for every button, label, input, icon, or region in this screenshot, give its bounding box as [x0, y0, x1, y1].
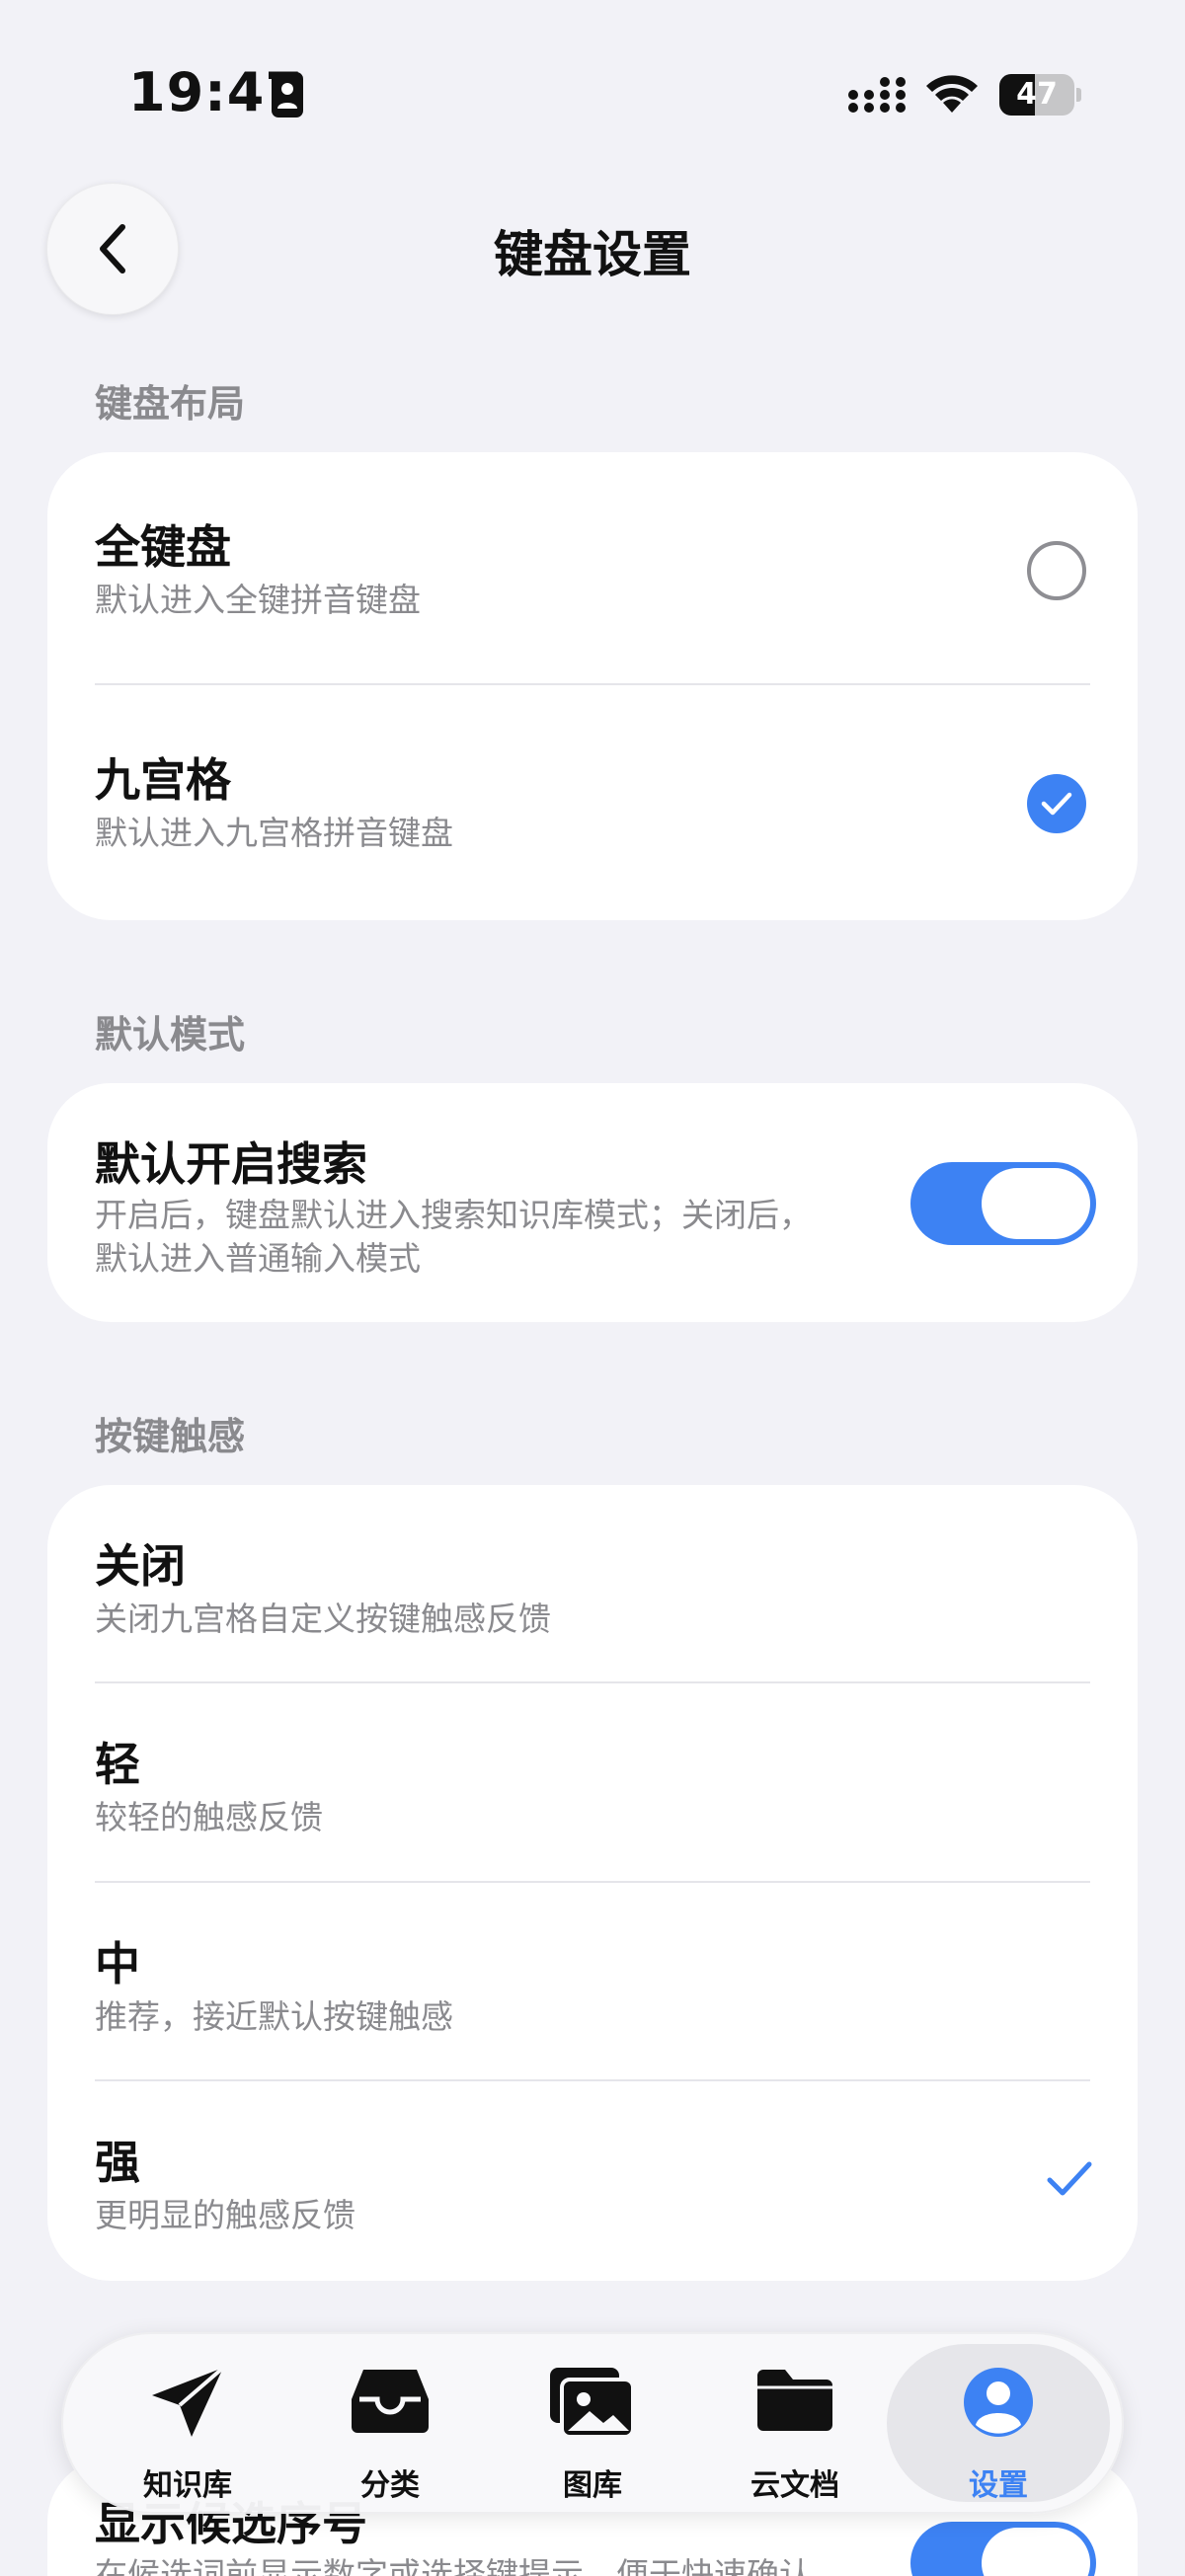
haptic-option-medium[interactable]: 中 推荐，接近默认按键触感	[47, 1883, 1138, 2079]
battery-cap	[1076, 88, 1081, 102]
checkmark-icon	[1047, 2161, 1092, 2196]
option-title: 默认开启搜索	[95, 1137, 367, 1191]
tab-gallery[interactable]: 图库	[494, 2344, 691, 2503]
layout-option-nine-grid[interactable]: 九宫格 默认进入九宫格拼音键盘	[47, 685, 1138, 920]
option-subtitle: 默认进入九宫格拼音键盘	[95, 814, 453, 852]
haptic-option-off[interactable]: 关闭 关闭九宫格自定义按键触感反馈	[47, 1485, 1138, 1681]
battery-body: 47	[999, 74, 1074, 116]
tab-label: 知识库	[143, 2468, 232, 2503]
tab-settings[interactable]: 设置	[887, 2344, 1110, 2503]
section-label-layout: 键盘布局	[95, 382, 246, 426]
tab-label: 图库	[563, 2468, 622, 2503]
option-title: 九宫格	[95, 753, 231, 807]
haptics-options-card: 关闭 关闭九宫格自定义按键触感反馈 轻 较轻的触感反馈 中 推荐，接近默认按键触…	[47, 1485, 1138, 2281]
tab-bar: 知识库 分类 图库 云文档 设置	[61, 2332, 1124, 2514]
tab-label: 分类	[360, 2468, 420, 2503]
folder-icon	[757, 2370, 832, 2431]
tab-label: 设置	[969, 2468, 1028, 2503]
status-bar: 19:47 47	[0, 0, 1185, 188]
person-icon	[964, 2368, 1033, 2437]
battery-indicator: 47	[999, 74, 1081, 116]
option-subtitle-line2: 默认进入普通输入模式	[95, 1239, 421, 1278]
radio-unselected[interactable]	[1027, 541, 1086, 600]
option-title: 全键盘	[95, 520, 231, 574]
option-subtitle: 默认进入全键拼音键盘	[95, 581, 421, 619]
photos-icon	[550, 2368, 635, 2439]
option-subtitle-line1: 开启后，键盘默认进入搜索知识库模式；关闭后，	[95, 1196, 812, 1234]
tab-label: 云文档	[750, 2468, 839, 2503]
section-label-haptics: 按键触感	[95, 1415, 246, 1458]
cellular-signal-icon	[848, 77, 906, 113]
default-search-row[interactable]: 默认开启搜索 开启后，键盘默认进入搜索知识库模式；关闭后， 默认进入普通输入模式	[47, 1083, 1138, 1322]
send-icon	[152, 2366, 225, 2437]
default-search-toggle[interactable]	[910, 1162, 1096, 1245]
inbox-icon	[352, 2370, 429, 2433]
option-title: 轻	[95, 1738, 140, 1791]
radio-selected[interactable]	[1027, 774, 1086, 833]
page-title: 键盘设置	[494, 226, 691, 283]
option-subtitle: 更明显的触感反馈	[95, 2196, 356, 2234]
checkmark-icon	[1041, 792, 1072, 816]
option-subtitle: 较轻的触感反馈	[95, 1798, 323, 1836]
tab-knowledge-base[interactable]: 知识库	[89, 2344, 286, 2503]
option-subtitle: 关闭九宫格自定义按键触感反馈	[95, 1600, 551, 1638]
option-title: 中	[95, 1937, 140, 1991]
default-mode-card: 默认开启搜索 开启后，键盘默认进入搜索知识库模式；关闭后， 默认进入普通输入模式	[47, 1083, 1138, 1322]
battery-level-text: 47	[1016, 77, 1058, 112]
wifi-icon	[926, 75, 978, 113]
haptic-option-strong[interactable]: 强 更明显的触感反馈	[47, 2081, 1138, 2281]
option-subtitle: 在候选词前显示数字或选择键提示，便于快速确认	[95, 2555, 812, 2576]
section-label-default-mode: 默认模式	[95, 1013, 246, 1056]
toggle-knob	[982, 1168, 1090, 1239]
toggle-knob	[982, 2528, 1090, 2576]
id-card-icon	[272, 72, 303, 117]
haptic-option-light[interactable]: 轻 较轻的触感反馈	[47, 1683, 1138, 1881]
option-subtitle: 推荐，接近默认按键触感	[95, 1997, 453, 2036]
tab-cloud-docs[interactable]: 云文档	[696, 2344, 894, 2503]
tab-categories[interactable]: 分类	[291, 2344, 489, 2503]
keyboard-settings-screen: 19:47 47 键盘设置 键盘布局 全键盘 默认进入全键拼音键盘 九宫格 默认…	[0, 0, 1185, 2576]
layout-options-card: 全键盘 默认进入全键拼音键盘 九宫格 默认进入九宫格拼音键盘	[47, 452, 1138, 920]
option-title: 强	[95, 2136, 140, 2189]
candidate-index-toggle[interactable]	[910, 2522, 1096, 2576]
option-title: 关闭	[95, 1539, 186, 1593]
layout-option-full-keyboard[interactable]: 全键盘 默认进入全键拼音键盘	[47, 452, 1138, 683]
